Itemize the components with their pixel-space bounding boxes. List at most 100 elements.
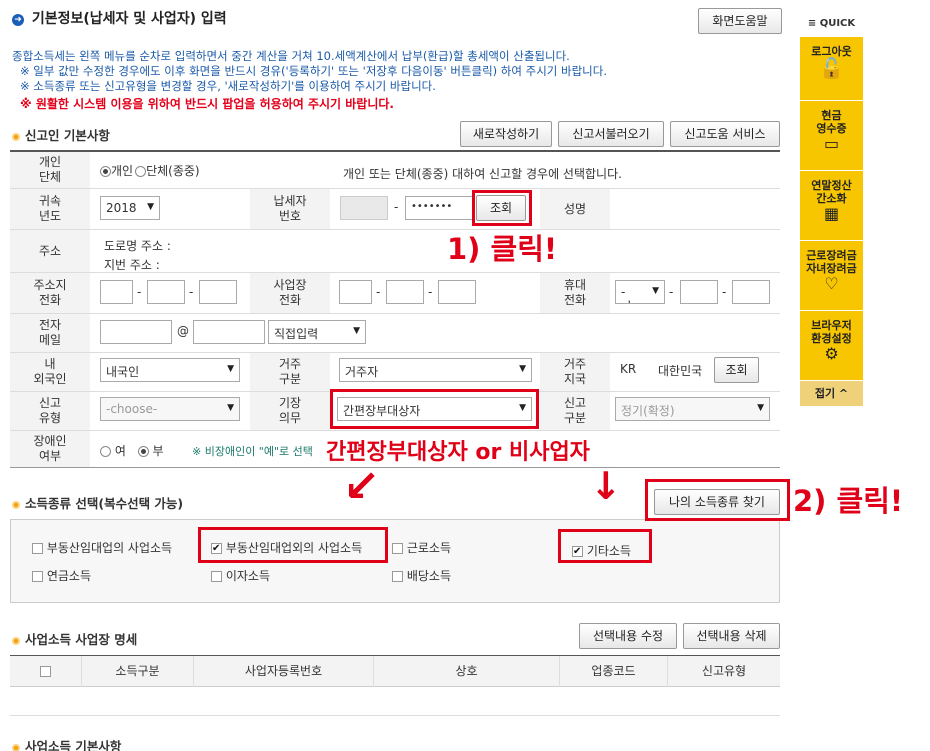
row-divider: [10, 313, 780, 314]
dash: -: [137, 285, 142, 299]
disabled-note: ※ 비장애인이 "예"로 선택: [192, 445, 313, 458]
mobile-2[interactable]: [680, 280, 718, 304]
income-pension[interactable]: 연금소득: [32, 567, 91, 584]
row-divider: [10, 352, 780, 353]
resident-type-select[interactable]: 거주자: [339, 358, 532, 382]
edit-selection-button[interactable]: 선택내용 수정: [579, 623, 677, 649]
mobile-3[interactable]: [732, 280, 770, 304]
label-name: 성명: [540, 189, 610, 229]
select-all-checkbox[interactable]: [40, 666, 51, 677]
checkbox[interactable]: [32, 543, 43, 554]
section-bullet-icon: [12, 636, 20, 645]
quick-collapse[interactable]: 접기 ^: [800, 380, 863, 406]
col-industry-code: 업종코드: [560, 656, 668, 687]
income-earned[interactable]: 근로소득: [392, 539, 451, 556]
notice-line-2: ※ 일부 값만 수정한 경우에도 이후 화면을 반드시 경유('등록하기' 또는…: [20, 64, 607, 78]
mobile-prefix-select[interactable]: -choo: [615, 280, 665, 304]
section-bullet-icon: [12, 132, 20, 141]
calculator-icon: ▦: [823, 204, 840, 223]
taxpayer-id-front[interactable]: [340, 196, 388, 220]
section-title-income: 소득종류 선택(복수선택 가능): [12, 493, 183, 512]
email-at: @: [177, 324, 189, 338]
income-real-estate[interactable]: 부동산임대업의 사업소득: [32, 539, 172, 556]
label-residency: 내 외국인: [10, 353, 90, 391]
checkbox[interactable]: [392, 543, 403, 554]
dash: -: [189, 285, 194, 299]
type-help-text: 개인 또는 단체(종중) 대하여 신고할 경우에 선택합니다.: [343, 167, 622, 181]
dash: -: [722, 285, 727, 299]
radio-disabled-no[interactable]: [137, 446, 149, 457]
report-help-service-button[interactable]: 신고도움 서비스: [670, 121, 780, 147]
row-divider: [10, 272, 780, 273]
col-biz-reg-no: 사업자등록번호: [194, 656, 374, 687]
country-code: KR: [620, 362, 637, 376]
report-type-select[interactable]: -choose-: [100, 397, 240, 421]
biz-phone-3[interactable]: [438, 280, 476, 304]
type-radios: 개인 단체(종중): [100, 162, 200, 179]
form-bottom-border: [10, 467, 780, 468]
help-button[interactable]: 화면도움말: [698, 8, 782, 34]
quick-year-end[interactable]: 연말정산 간소화 ▦: [800, 170, 863, 240]
biz-phone-1[interactable]: [339, 280, 372, 304]
year-select[interactable]: 2018: [100, 196, 160, 220]
taxpayer-id-dash: -: [394, 200, 399, 214]
highlight-bookkeeping: [330, 389, 539, 429]
annotation-arrow-left: ↙: [343, 461, 380, 512]
row-divider: [10, 229, 780, 230]
income-interest[interactable]: 이자소득: [211, 567, 270, 584]
section-bullet-icon: [12, 743, 20, 751]
residency-select[interactable]: 내국인: [100, 358, 240, 382]
quick-browser-settings[interactable]: 브라우저 환경설정 ⚙: [800, 310, 863, 380]
dash: -: [376, 285, 381, 299]
home-phone-3[interactable]: [199, 280, 237, 304]
annotation-click-1: 1) 클릭!: [447, 232, 558, 266]
income-dividend[interactable]: 배당소득: [392, 567, 451, 584]
highlight-lookup-button: [472, 190, 532, 226]
label-type: 개인 단체: [10, 152, 90, 188]
label-resident-type: 거주 구분: [250, 353, 330, 391]
home-phone-1[interactable]: [100, 280, 133, 304]
checkbox[interactable]: [392, 571, 403, 582]
checkbox[interactable]: [211, 571, 222, 582]
new-write-button[interactable]: 새로작성하기: [460, 121, 552, 147]
row-divider: [10, 430, 780, 431]
dash: -: [428, 285, 433, 299]
email-domain-select[interactable]: 직접입력: [268, 320, 366, 344]
radio-disabled-yes[interactable]: [100, 446, 111, 457]
label-disabled: 장애인 여부: [10, 431, 90, 467]
page-title-bar: ➜ 기본정보(납세자 및 사업자) 입력: [12, 8, 227, 28]
country-lookup-button[interactable]: 조회: [714, 357, 759, 383]
radio-group[interactable]: [135, 166, 147, 177]
popup-warning: ※ 원활한 시스템 이용을 위하여 반드시 팝업을 허용하여 주시기 바랍니다.: [20, 97, 394, 111]
label-taxpayer-id: 납세자 번호: [250, 189, 330, 229]
home-phone-2[interactable]: [147, 280, 185, 304]
country-name: 대한민국: [658, 364, 703, 378]
radio-individual[interactable]: [100, 166, 111, 177]
report-class-select[interactable]: 정기(확정): [615, 397, 770, 421]
email-domain-input[interactable]: [193, 320, 265, 344]
income-type-box: [10, 519, 780, 603]
quick-incentive[interactable]: 근로장려금 자녀장려금 ♡: [800, 240, 863, 310]
taxpayer-id-back[interactable]: •••••••: [405, 196, 473, 220]
email-id-input[interactable]: [100, 320, 172, 344]
col-report-type: 신고유형: [701, 664, 747, 678]
label-bookkeeping: 기장 의무: [250, 392, 330, 430]
load-report-button[interactable]: 신고서불러오기: [558, 121, 664, 147]
label-email: 전자 메일: [10, 314, 90, 352]
quick-cash-receipt[interactable]: 현금 영수증 ▭: [800, 100, 863, 170]
business-table-header: 소득구분 사업자등록번호 상호 업종코드 신고유형: [10, 655, 780, 687]
disabled-radios: 여 부: [100, 442, 164, 459]
label-country: 거주 지국: [540, 353, 610, 391]
delete-selection-button[interactable]: 선택내용 삭제: [683, 623, 780, 649]
label-home-phone: 주소지 전화: [10, 273, 90, 313]
quick-title: ≡ QUICK: [807, 18, 856, 29]
quick-logout[interactable]: 로그아웃 🔓: [800, 36, 863, 100]
receipt-icon: ▭: [823, 134, 840, 153]
biz-phone-2[interactable]: [386, 280, 424, 304]
form-top-border: [10, 150, 780, 152]
checkbox[interactable]: [32, 571, 43, 582]
arrow-icon: ➜: [12, 13, 24, 26]
label-report-class: 신고 구분: [540, 392, 610, 430]
quick-menu: ≡ QUICK 로그아웃 🔓 현금 영수증 ▭ 연말정산 간소화 ▦ 근로장려금…: [800, 12, 863, 406]
lot-address-label: 지번 주소 :: [104, 258, 160, 272]
